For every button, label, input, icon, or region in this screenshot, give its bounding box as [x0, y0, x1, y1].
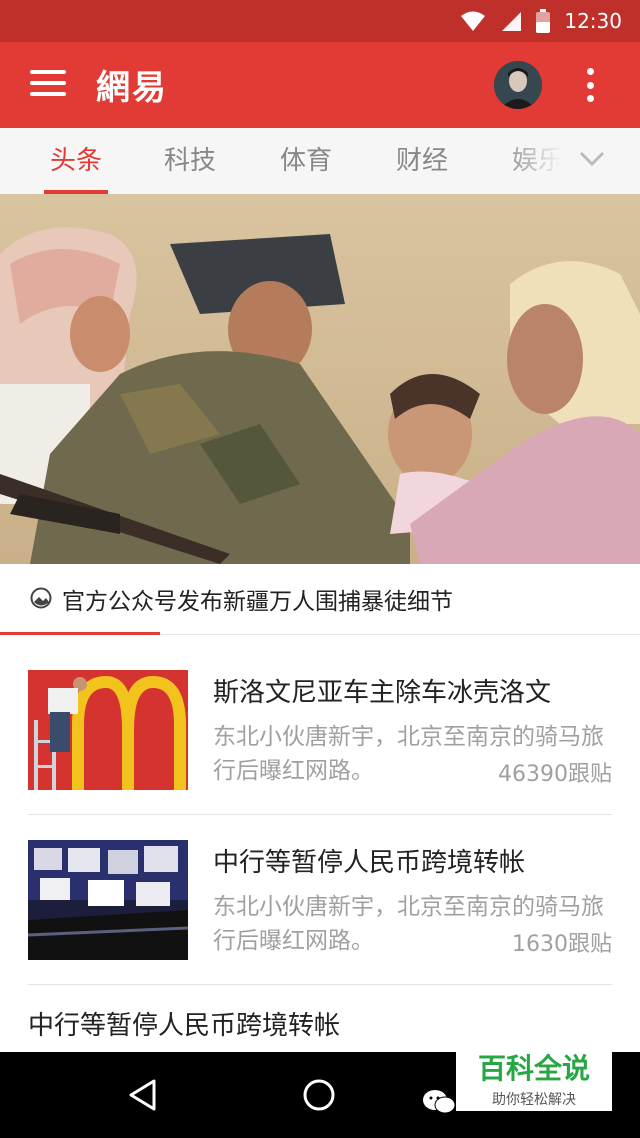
hero-image[interactable] [0, 194, 640, 564]
wifi-icon [461, 11, 486, 31]
divider [28, 984, 612, 985]
control-room-image [28, 840, 188, 960]
signal-icon [502, 12, 522, 31]
tabs-fade [500, 128, 640, 194]
news-title: 中行等暂停人民币跨境转帐 [213, 848, 526, 878]
comment-count: 1630跟贴 [506, 926, 612, 958]
news-title: 斯洛文尼亚车主除车冰壳洛文 [213, 678, 552, 708]
avatar-image [494, 61, 542, 109]
watermark-title: 百科全说 [477, 1052, 590, 1085]
news-thumbnail [28, 840, 188, 960]
app-bar: 網易 [0, 42, 640, 128]
status-bar: 12:30 [0, 0, 640, 42]
hero-progress-indicator [0, 632, 160, 635]
gallery-icon [30, 587, 52, 609]
home-icon[interactable] [302, 1078, 336, 1112]
tab-tech[interactable]: 科技 [164, 128, 216, 194]
hero-caption-text: 官方公众号发布新疆万人围捕暴徒细节 [62, 589, 453, 615]
more-options-icon[interactable] [580, 68, 600, 102]
menu-icon[interactable] [30, 70, 66, 100]
mcdonalds-sign-image [28, 670, 188, 790]
app-title: 網易 [96, 68, 168, 108]
category-tabs: 头条 科技 体育 财经 娱乐 [0, 128, 640, 195]
status-time: 12:30 [564, 9, 622, 33]
tab-headlines[interactable]: 头条 [43, 128, 109, 194]
wechat-icon [423, 1090, 456, 1114]
comment-count: 46390跟贴 [492, 756, 612, 788]
tab-finance[interactable]: 财经 [396, 128, 448, 194]
tab-sports[interactable]: 体育 [280, 128, 332, 194]
news-thumbnail [28, 670, 188, 790]
watermark-subtitle: 助你轻松解决 [492, 1092, 576, 1108]
news-title-plain[interactable]: 中行等暂停人民币跨境转帐 [28, 1005, 340, 1042]
divider [28, 814, 612, 815]
battery-icon [536, 9, 551, 33]
hero-caption[interactable]: 官方公众号发布新疆万人围捕暴徒细节 [0, 564, 640, 635]
chevron-down-icon[interactable] [578, 144, 606, 172]
back-icon[interactable] [126, 1078, 160, 1112]
hero-photo [0, 194, 640, 564]
avatar[interactable] [494, 61, 542, 109]
watermark: 百科全说 助你轻松解决 [456, 1037, 612, 1111]
